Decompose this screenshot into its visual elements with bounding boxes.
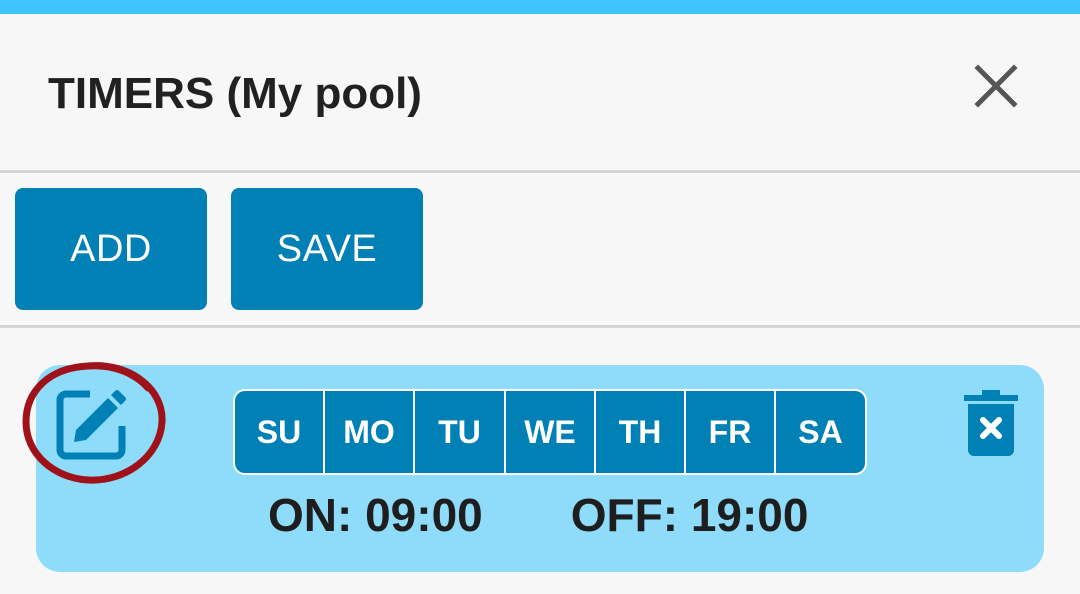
save-button[interactable]: SAVE — [231, 188, 423, 310]
on-time: ON: 09:00 — [268, 489, 483, 541]
off-time: OFF: 19:00 — [570, 489, 809, 541]
day-friday[interactable]: FR — [686, 391, 776, 473]
top-status-bar — [0, 0, 1080, 14]
add-button[interactable]: ADD — [15, 188, 207, 310]
day-monday[interactable]: MO — [325, 391, 415, 473]
divider — [0, 325, 1080, 328]
dialog-header: TIMERS (My pool) — [0, 14, 1080, 171]
day-tuesday[interactable]: TU — [415, 391, 506, 473]
divider — [0, 170, 1080, 173]
day-thursday[interactable]: TH — [596, 391, 686, 473]
close-button[interactable] — [972, 62, 1020, 110]
day-sunday[interactable]: SU — [235, 391, 325, 473]
edit-icon — [56, 390, 126, 460]
delete-icon — [964, 390, 1018, 456]
page-title: TIMERS (My pool) — [48, 69, 422, 118]
edit-button[interactable] — [54, 386, 130, 462]
delete-button[interactable] — [962, 388, 1020, 458]
day-saturday[interactable]: SA — [776, 391, 865, 473]
weekday-selector: SU MO TU WE TH FR SA — [233, 389, 867, 475]
timer-times: ON: 09:00 OFF: 19:00 — [268, 489, 808, 541]
day-wednesday[interactable]: WE — [506, 391, 596, 473]
close-icon — [974, 64, 1018, 108]
